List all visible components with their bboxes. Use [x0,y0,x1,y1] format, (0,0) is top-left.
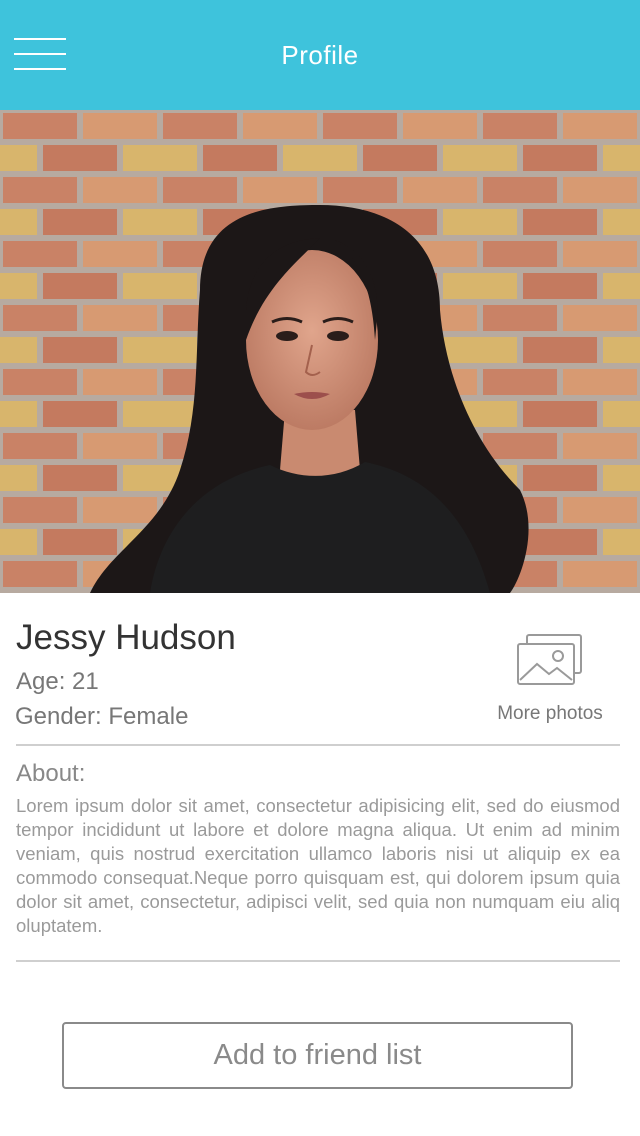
divider [16,960,620,962]
page-title: Profile [281,40,359,70]
divider [16,744,620,746]
profile-name: Jessy Hudson [16,618,236,657]
app-header: Profile [0,0,640,110]
more-photos-button[interactable]: More photos [486,630,614,730]
profile-gender: Gender: Female [15,703,189,730]
profile-screen: Profile Jessy Hudson Age: 21 Gender: Fem… [0,0,640,1136]
add-to-friend-list-button[interactable]: Add to friend list [62,1022,573,1089]
image-gallery-icon [517,634,582,685]
profile-photo [0,110,640,593]
profile-age: Age: 21 [16,668,99,695]
about-text: Lorem ipsum dolor sit amet, consectetur … [16,795,620,936]
profile-photo-illustration [0,110,640,593]
about-heading: About: [16,760,86,787]
more-photos-label: More photos [497,703,603,724]
